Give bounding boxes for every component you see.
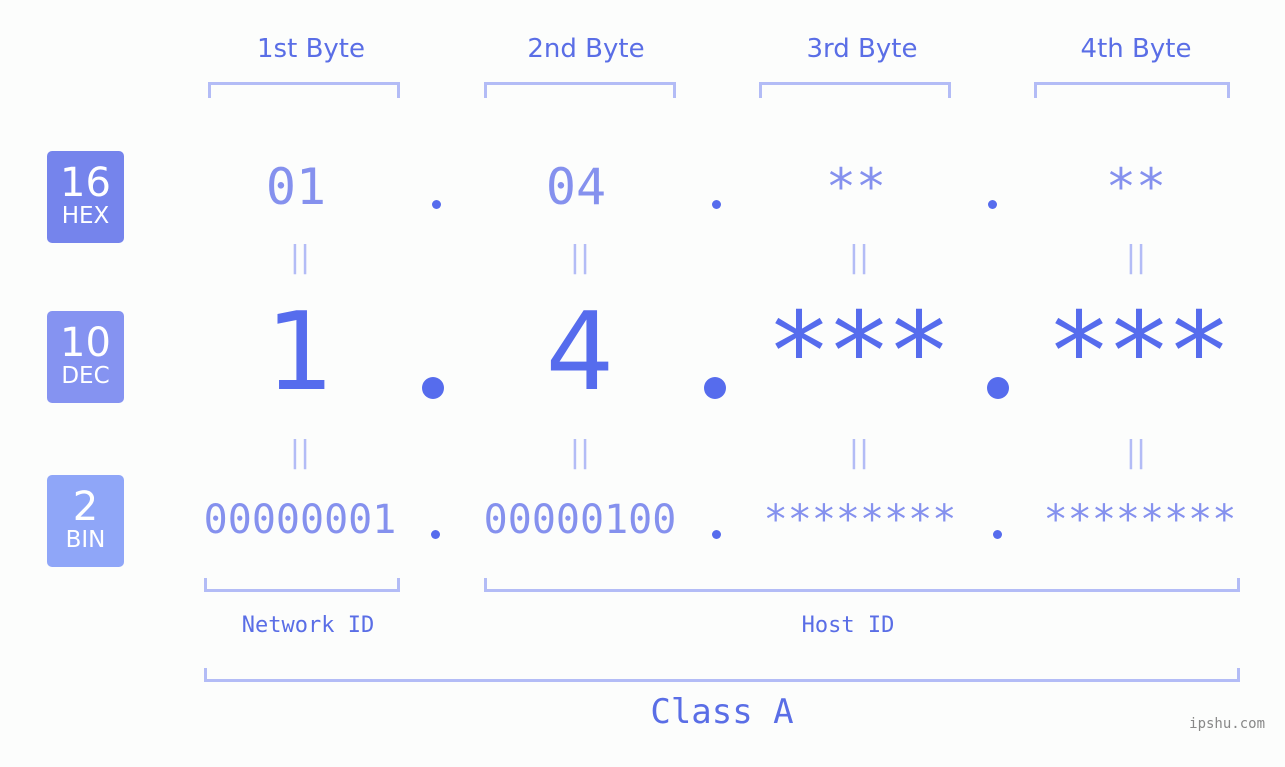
equals-icon: ||	[569, 435, 591, 470]
byte-header-4: 4th Byte	[1080, 34, 1192, 64]
network-id-label: Network ID	[241, 613, 375, 638]
byte-header-2: 2nd Byte	[527, 34, 645, 64]
dec-badge-number: 10	[60, 320, 111, 366]
class-bracket	[204, 668, 1240, 682]
hex-separator-dot	[712, 200, 721, 209]
bin-badge: 2 BIN	[47, 475, 124, 567]
watermark: ipshu.com	[1189, 716, 1265, 732]
bin-value-1: 00000001	[203, 497, 397, 543]
network-id-bracket	[204, 578, 400, 592]
bin-badge-number: 2	[72, 484, 99, 530]
byte-bracket-2	[484, 82, 676, 98]
dec-separator-dot	[422, 377, 444, 399]
equals-icon: ||	[1125, 240, 1147, 275]
bin-separator-dot	[712, 530, 721, 539]
hex-badge-label: HEX	[61, 203, 110, 229]
equals-icon: ||	[1125, 435, 1147, 470]
byte-bracket-1	[208, 82, 400, 98]
hex-value-1: 01	[265, 158, 327, 216]
equals-icon: ||	[569, 240, 591, 275]
class-label: Class A	[650, 692, 794, 732]
byte-header-3: 3rd Byte	[806, 34, 918, 64]
hex-value-4: **	[1105, 158, 1167, 216]
hex-value-3: **	[825, 158, 887, 216]
equals-icon: ||	[289, 435, 311, 470]
byte-bracket-3	[759, 82, 951, 98]
dec-badge-label: DEC	[61, 363, 110, 389]
dec-value-1: 1	[265, 290, 335, 415]
byte-bracket-4	[1034, 82, 1230, 98]
dec-badge: 10 DEC	[47, 311, 124, 403]
bin-value-4: ********	[1043, 497, 1237, 543]
host-id-bracket	[484, 578, 1240, 592]
byte-header-1: 1st Byte	[257, 34, 365, 64]
bin-value-2: 00000100	[483, 497, 677, 543]
bin-separator-dot	[993, 530, 1002, 539]
dec-separator-dot	[987, 377, 1009, 399]
equals-icon: ||	[848, 435, 870, 470]
bin-value-3: ********	[763, 497, 957, 543]
dec-value-2: 4	[545, 290, 615, 415]
hex-separator-dot	[988, 200, 997, 209]
equals-icon: ||	[848, 240, 870, 275]
hex-badge-number: 16	[60, 160, 111, 206]
hex-separator-dot	[432, 200, 441, 209]
dec-value-3: ***	[772, 290, 952, 415]
equals-icon: ||	[289, 240, 311, 275]
host-id-label: Host ID	[801, 613, 895, 638]
dec-separator-dot	[704, 377, 726, 399]
hex-badge: 16 HEX	[47, 151, 124, 243]
hex-value-2: 04	[545, 158, 607, 216]
bin-separator-dot	[431, 530, 440, 539]
bin-badge-label: BIN	[65, 527, 106, 553]
dec-value-4: ***	[1052, 290, 1232, 415]
